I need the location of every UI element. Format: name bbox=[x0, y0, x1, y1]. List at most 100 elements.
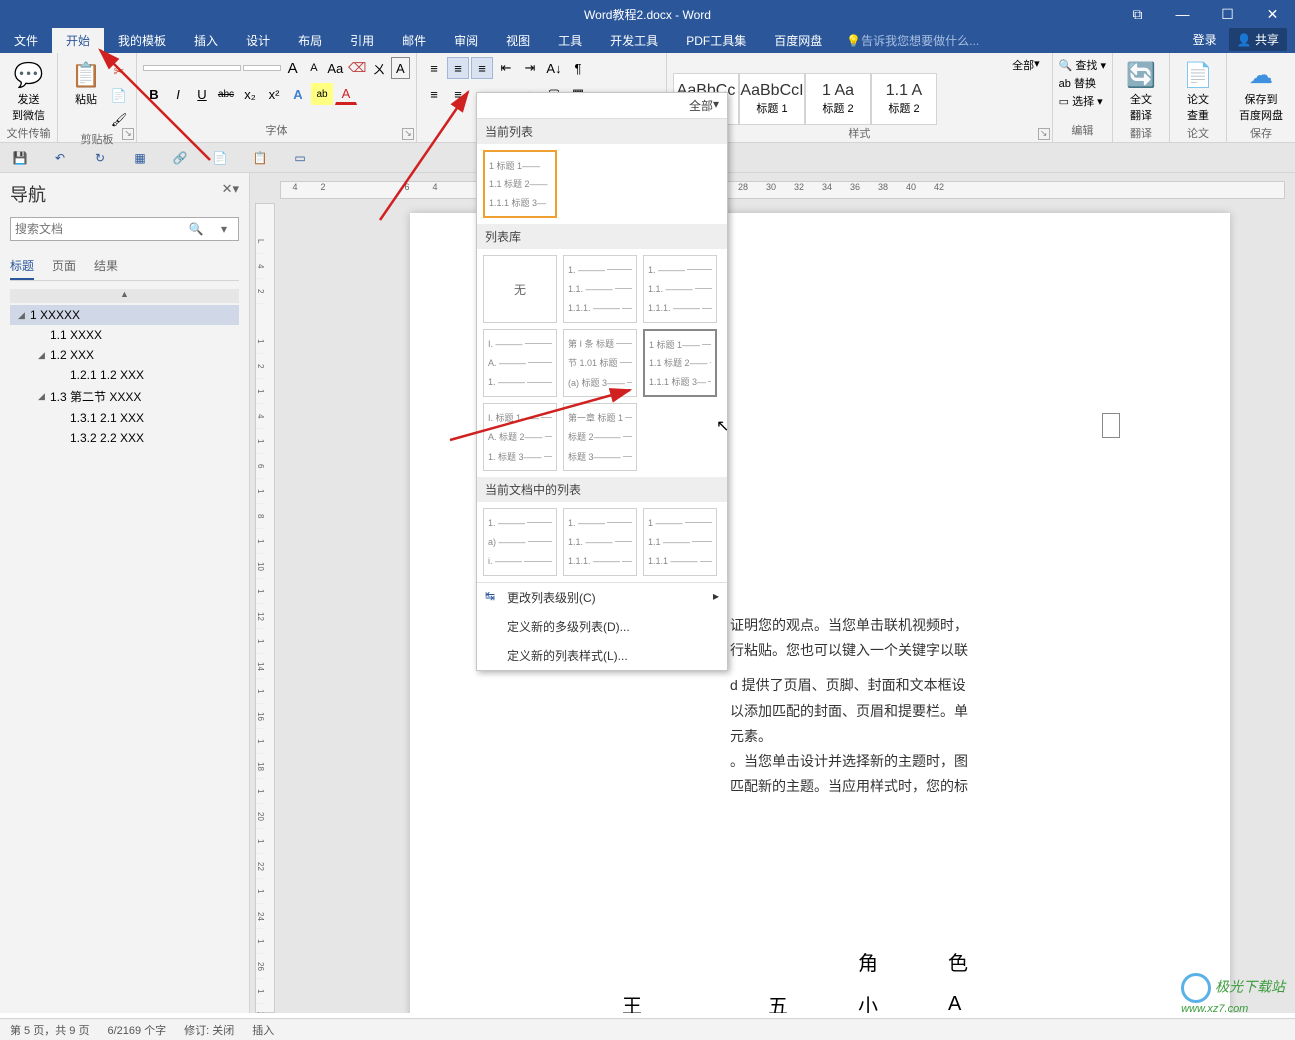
ribbon-tab-8[interactable]: 审阅 bbox=[440, 28, 492, 53]
ml-library-item-6[interactable]: I. 标题 1——A. 标题 2——1. 标题 3—— bbox=[483, 403, 557, 471]
multilevel-list-button[interactable]: ≡ bbox=[471, 57, 493, 79]
text-effect-button[interactable]: A bbox=[287, 83, 309, 105]
grow-font-button[interactable]: A bbox=[283, 57, 302, 79]
clear-format-button[interactable]: ⌫ bbox=[347, 57, 367, 79]
save-to-cloud-button[interactable]: ☁ 保存到 百度网盘 bbox=[1233, 57, 1289, 125]
nav-tab-2[interactable]: 结果 bbox=[94, 253, 118, 280]
ribbon-tab-6[interactable]: 引用 bbox=[336, 28, 388, 53]
ribbon-tab-10[interactable]: 工具 bbox=[544, 28, 596, 53]
strike-button[interactable]: abc bbox=[215, 83, 237, 105]
qat-btn-6[interactable]: 📄 bbox=[210, 148, 230, 168]
qat-save-button[interactable]: 💾 bbox=[10, 148, 30, 168]
login-link[interactable]: 登录 bbox=[1193, 31, 1217, 48]
nav-heading-item[interactable]: 1.3.2 2.2 XXX bbox=[10, 428, 239, 448]
nav-heading-item[interactable]: ◢1.2 XXX bbox=[10, 345, 239, 365]
ml-menu-item-2[interactable]: 定义新的列表样式(L)... bbox=[477, 641, 727, 670]
decrease-indent-button[interactable]: ⇤ bbox=[495, 57, 517, 79]
subscript-button[interactable]: x₂ bbox=[239, 83, 261, 105]
numbering-button[interactable]: ≡ bbox=[447, 57, 469, 79]
ml-doc-item-1[interactable]: 1. ———1.1. ———1.1.1. ——— bbox=[563, 508, 637, 576]
nav-pin-button[interactable]: ▾ bbox=[232, 181, 239, 197]
qat-btn-8[interactable]: ▭ bbox=[290, 148, 310, 168]
paste-button[interactable]: 📋 粘贴 bbox=[64, 57, 108, 131]
change-case-button[interactable]: Aa bbox=[326, 57, 345, 79]
ml-library-item-3[interactable]: I. ———A. ———1. ——— bbox=[483, 329, 557, 397]
replace-button[interactable]: ab 替换 bbox=[1059, 75, 1106, 93]
search-icon[interactable]: 🔍 bbox=[182, 218, 210, 240]
nav-close-button[interactable]: ✕ bbox=[222, 181, 233, 197]
highlight-button[interactable]: ab bbox=[311, 83, 333, 105]
underline-button[interactable]: U bbox=[191, 83, 213, 105]
ml-all-dropdown[interactable]: 全部 bbox=[689, 97, 713, 114]
bold-button[interactable]: B bbox=[143, 83, 165, 105]
ml-library-item-2[interactable]: 1. ———1.1. ———1.1.1. ——— bbox=[643, 255, 717, 323]
copy-button[interactable]: 📄 bbox=[108, 85, 130, 107]
ml-menu-item-0[interactable]: ↹更改列表级别(C)▸ bbox=[477, 583, 727, 612]
status-track[interactable]: 修订: 关闭 bbox=[184, 1022, 234, 1038]
qat-btn-7[interactable]: 📋 bbox=[250, 148, 270, 168]
style-item-3[interactable]: 1.1 A标题 2 bbox=[871, 73, 937, 125]
status-words[interactable]: 6/2169 个字 bbox=[107, 1022, 166, 1038]
nav-heading-item[interactable]: 1.3.1 2.1 XXX bbox=[10, 408, 239, 428]
ml-doc-item-0[interactable]: 1. ———a) ———i. ——— bbox=[483, 508, 557, 576]
bullets-button[interactable]: ≡ bbox=[423, 57, 445, 79]
clipboard-launcher[interactable]: ↘ bbox=[122, 128, 134, 140]
shrink-font-button[interactable]: A bbox=[304, 57, 323, 79]
ribbon-tab-0[interactable]: 文件 bbox=[0, 28, 52, 53]
ml-library-item-5[interactable]: 1 标题 1——1.1 标题 2——1.1.1 标题 3— bbox=[643, 329, 717, 397]
ml-doc-item-2[interactable]: 1 ———1.1 ———1.1.1 ——— bbox=[643, 508, 717, 576]
show-marks-button[interactable]: ¶ bbox=[567, 57, 589, 79]
italic-button[interactable]: I bbox=[167, 83, 189, 105]
search-dropdown[interactable]: ▾ bbox=[210, 218, 238, 240]
styles-all-dropdown[interactable]: 全部 bbox=[1012, 57, 1034, 73]
ml-library-item-1[interactable]: 1. ———1.1. ———1.1.1. ——— bbox=[563, 255, 637, 323]
font-launcher[interactable]: ↘ bbox=[402, 128, 414, 140]
nav-heading-item[interactable]: 1.2.1 1.2 XXX bbox=[10, 365, 239, 385]
ml-library-item-4[interactable]: 第 I 条 标题节 1.01 标题(a) 标题 3—— bbox=[563, 329, 637, 397]
translate-button[interactable]: 🔄 全文 翻译 bbox=[1119, 57, 1163, 125]
paper-check-button[interactable]: 📄 论文 查重 bbox=[1176, 57, 1220, 125]
align-center-button[interactable]: ≡ bbox=[447, 83, 469, 105]
tell-me-box[interactable]: 💡 告诉我您想要做什么... bbox=[846, 28, 979, 53]
font-size-combo[interactable] bbox=[243, 65, 281, 71]
superscript-button[interactable]: x² bbox=[263, 83, 285, 105]
styles-launcher[interactable]: ↘ bbox=[1038, 128, 1050, 140]
ribbon-tab-11[interactable]: 开发工具 bbox=[596, 28, 672, 53]
ribbon-tab-2[interactable]: 我的模板 bbox=[104, 28, 180, 53]
ml-library-item-0[interactable]: 无 bbox=[483, 255, 557, 323]
ribbon-tab-5[interactable]: 布局 bbox=[284, 28, 336, 53]
align-left-button[interactable]: ≡ bbox=[423, 83, 445, 105]
share-button[interactable]: 👤 共享 bbox=[1229, 28, 1287, 51]
horizontal-ruler[interactable]: 426418202224262830323436384042 bbox=[280, 181, 1285, 199]
cut-button[interactable]: ✂ bbox=[108, 61, 130, 83]
status-page[interactable]: 第 5 页，共 9 页 bbox=[10, 1022, 89, 1038]
qat-undo-button[interactable]: ↶ bbox=[50, 148, 70, 168]
qat-redo-button[interactable]: ↻ bbox=[90, 148, 110, 168]
ribbon-tab-1[interactable]: 开始 bbox=[52, 28, 104, 53]
font-color-button[interactable]: A bbox=[335, 83, 357, 105]
nav-heading-item[interactable]: 1.1 XXXX bbox=[10, 325, 239, 345]
style-item-1[interactable]: AaBbCcI标题 1 bbox=[739, 73, 805, 125]
ribbon-tab-9[interactable]: 视图 bbox=[492, 28, 544, 53]
char-border-button[interactable]: A bbox=[391, 57, 410, 79]
ribbon-tab-13[interactable]: 百度网盘 bbox=[760, 28, 836, 53]
ribbon-options-icon[interactable]: ⧉ bbox=[1115, 0, 1160, 28]
ribbon-tab-3[interactable]: 插入 bbox=[180, 28, 232, 53]
nav-collapse-bar[interactable]: ▲ bbox=[10, 289, 239, 303]
nav-search-input[interactable] bbox=[11, 218, 182, 240]
sort-button[interactable]: A↓ bbox=[543, 57, 565, 79]
ml-library-item-7[interactable]: 第一章 标题 1标题 2———标题 3——— bbox=[563, 403, 637, 471]
style-item-2[interactable]: 1 Aa标题 2 bbox=[805, 73, 871, 125]
nav-tab-0[interactable]: 标题 bbox=[10, 253, 34, 280]
ribbon-tab-4[interactable]: 设计 bbox=[232, 28, 284, 53]
phonetic-button[interactable]: ㄨ bbox=[369, 57, 388, 79]
nav-heading-item[interactable]: ◢1.3 第二节 XXXX bbox=[10, 385, 239, 408]
vertical-ruler[interactable]: L421214161811011211411611812012212412612… bbox=[255, 203, 275, 1013]
ml-current-list[interactable]: 1 标题 1——1.1 标题 2——1.1.1 标题 3— bbox=[483, 150, 557, 218]
status-insert[interactable]: 插入 bbox=[252, 1022, 274, 1038]
select-button[interactable]: ▭ 选择 ▾ bbox=[1059, 93, 1106, 111]
maximize-button[interactable]: ☐ bbox=[1205, 0, 1250, 28]
minimize-button[interactable]: — bbox=[1160, 0, 1205, 28]
increase-indent-button[interactable]: ⇥ bbox=[519, 57, 541, 79]
find-button[interactable]: 🔍 查找 ▾ bbox=[1059, 57, 1106, 75]
